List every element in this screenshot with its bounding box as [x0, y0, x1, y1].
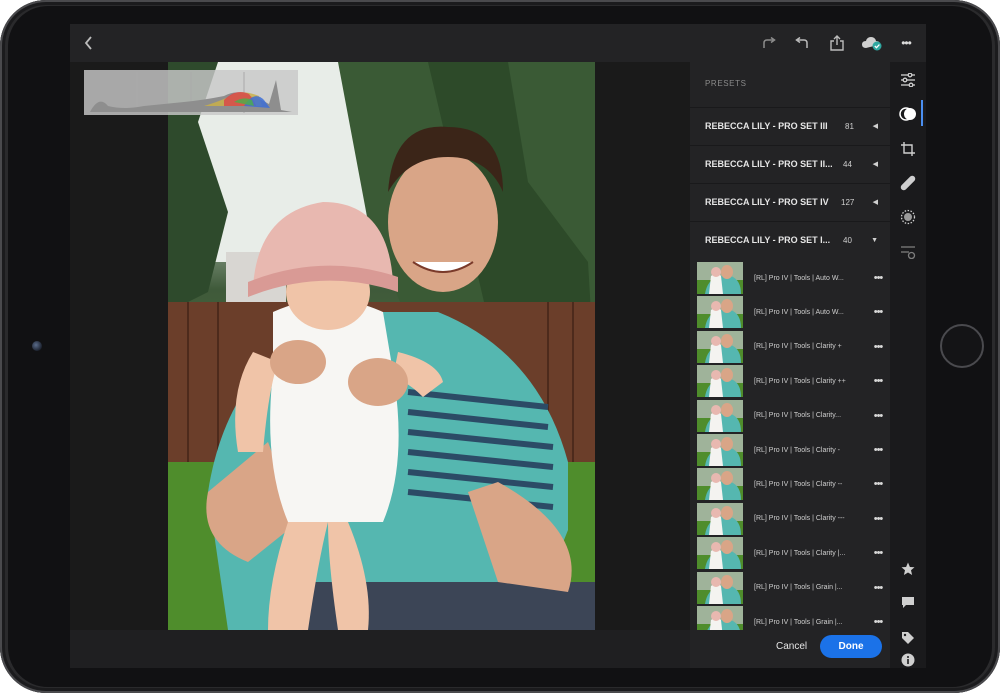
presets-icon[interactable] [890, 102, 926, 126]
preset-item[interactable]: [RL] Pro IV | Tools | Auto W... ••• [697, 296, 887, 329]
preset-label: [RL] Pro IV | Tools | Clarity... [754, 412, 842, 420]
preset-thumbnail [697, 468, 743, 501]
chevron-left-icon: ◀ [872, 123, 878, 130]
preset-group[interactable]: REBECCA LILY - PRO SET I... 40 ▼ [690, 221, 890, 258]
preset-label: [RL] Pro IV | Tools | Clarity --- [754, 515, 845, 523]
cloud-synced-icon[interactable] [859, 24, 885, 62]
more-options-icon[interactable]: ••• [869, 375, 887, 387]
preset-group-count: 44 [843, 159, 852, 169]
preset-group[interactable]: REBECCA LILY - PRO SET IV 127 ◀ [690, 183, 890, 220]
redo-icon[interactable] [758, 24, 780, 62]
app-screen: ••• PRESETS REBECCA LILY - PRO SET III 8… [70, 24, 926, 668]
more-options-icon[interactable]: ••• [869, 582, 887, 594]
panel-footer: Cancel Done [690, 630, 890, 668]
preset-label: [RL] Pro IV | Tools | Grain |... [754, 584, 843, 592]
more-options-icon[interactable]: ••• [869, 513, 887, 525]
preset-group-name: REBECCA LILY - PRO SET II... [705, 159, 833, 169]
preset-label: [RL] Pro IV | Tools | Clarity + [754, 343, 842, 351]
preset-item[interactable]: [RL] Pro IV | Tools | Clarity -- ••• [697, 468, 887, 501]
more-options-icon[interactable]: ••• [869, 272, 887, 284]
preset-thumbnail [697, 330, 743, 363]
preset-item[interactable]: [RL] Pro IV | Tools | Clarity --- ••• [697, 502, 887, 535]
preset-group-name: REBECCA LILY - PRO SET III [705, 121, 828, 131]
tool-rail [890, 62, 926, 668]
info-icon[interactable] [890, 648, 926, 668]
preset-thumbnail [697, 571, 743, 604]
preset-label: [RL] Pro IV | Tools | Auto W... [754, 308, 844, 316]
preset-thumbnail [697, 262, 743, 294]
undo-icon[interactable] [791, 24, 813, 62]
share-icon[interactable] [826, 24, 848, 62]
star-icon[interactable] [890, 557, 926, 581]
preset-label: [RL] Pro IV | Tools | Auto W... [754, 274, 844, 282]
adjust-sliders-icon[interactable] [890, 68, 926, 92]
histogram[interactable] [84, 70, 298, 115]
home-button[interactable] [940, 324, 984, 368]
back-icon[interactable] [78, 24, 100, 62]
photo-canvas[interactable] [70, 62, 690, 630]
preset-item[interactable]: [RL] Pro IV | Tools | Clarity |... ••• [697, 537, 887, 570]
preset-item[interactable]: [RL] Pro IV | Tools | Clarity ++ ••• [697, 365, 887, 398]
preset-item[interactable]: [RL] Pro IV | Tools | Auto W... ••• [697, 262, 887, 294]
preset-group[interactable]: REBECCA LILY - PRO SET II... 44 ◀ [690, 145, 890, 182]
preset-label: [RL] Pro IV | Tools | Clarity |... [754, 549, 846, 557]
preset-label: [RL] Pro IV | Tools | Clarity ++ [754, 377, 846, 385]
preset-item[interactable]: [RL] Pro IV | Tools | Clarity... ••• [697, 399, 887, 432]
more-options-icon[interactable]: ••• [869, 306, 887, 318]
done-button[interactable]: Done [820, 635, 882, 658]
preset-item[interactable]: [RL] Pro IV | Tools | Clarity - ••• [697, 434, 887, 466]
preset-thumbnail [697, 537, 743, 570]
photo-preview [168, 62, 595, 630]
canvas-bottom-bar [70, 630, 690, 668]
panel-title: PRESETS [705, 79, 747, 88]
more-options-icon[interactable]: ••• [869, 547, 887, 559]
cancel-button[interactable]: Cancel [776, 641, 807, 652]
front-camera [32, 341, 42, 351]
healing-icon[interactable] [890, 171, 926, 195]
preset-group-count: 40 [843, 235, 852, 245]
selective-icon[interactable] [890, 205, 926, 229]
presets-panel: PRESETS REBECCA LILY - PRO SET III 81 ◀ … [690, 62, 890, 630]
preset-thumbnail [697, 365, 743, 398]
preset-item[interactable]: [RL] Pro IV | Tools | Grain |... ••• [697, 571, 887, 604]
chevron-left-icon: ◀ [872, 161, 878, 168]
preset-label: [RL] Pro IV | Tools | Clarity -- [754, 480, 843, 488]
preset-label: [RL] Pro IV | Tools | Grain |... [754, 618, 843, 626]
more-options-icon[interactable]: ••• [869, 444, 887, 456]
preset-thumbnail [697, 606, 743, 630]
more-options-icon[interactable]: ••• [869, 341, 887, 353]
preset-label: [RL] Pro IV | Tools | Clarity - [754, 446, 840, 454]
preset-group-count: 81 [845, 121, 854, 131]
chevron-down-icon: ▼ [871, 236, 878, 244]
top-toolbar: ••• [70, 24, 926, 62]
comment-icon[interactable] [890, 591, 926, 615]
versions-icon[interactable] [890, 240, 926, 264]
preset-group-name: REBECCA LILY - PRO SET IV [705, 197, 829, 207]
preset-item[interactable]: [RL] Pro IV | Tools | Clarity + ••• [697, 330, 887, 363]
preset-thumbnail [697, 399, 743, 432]
more-options-icon[interactable]: ••• [869, 616, 887, 628]
preset-group-count: 127 [841, 197, 855, 207]
chevron-left-icon: ◀ [872, 199, 878, 206]
preset-thumbnail [697, 434, 743, 466]
more-options-icon[interactable]: ••• [869, 478, 887, 490]
tag-icon[interactable] [890, 626, 926, 650]
more-icon[interactable]: ••• [894, 24, 918, 62]
preset-group-name: REBECCA LILY - PRO SET I... [705, 235, 831, 245]
ipad-frame: ••• PRESETS REBECCA LILY - PRO SET III 8… [0, 0, 1000, 693]
preset-item[interactable]: [RL] Pro IV | Tools | Grain |... ••• [697, 606, 887, 630]
preset-group[interactable]: REBECCA LILY - PRO SET III 81 ◀ [690, 107, 890, 144]
crop-icon[interactable] [890, 137, 926, 161]
more-options-icon[interactable]: ••• [869, 410, 887, 422]
preset-thumbnail [697, 296, 743, 329]
preset-thumbnail [697, 502, 743, 535]
